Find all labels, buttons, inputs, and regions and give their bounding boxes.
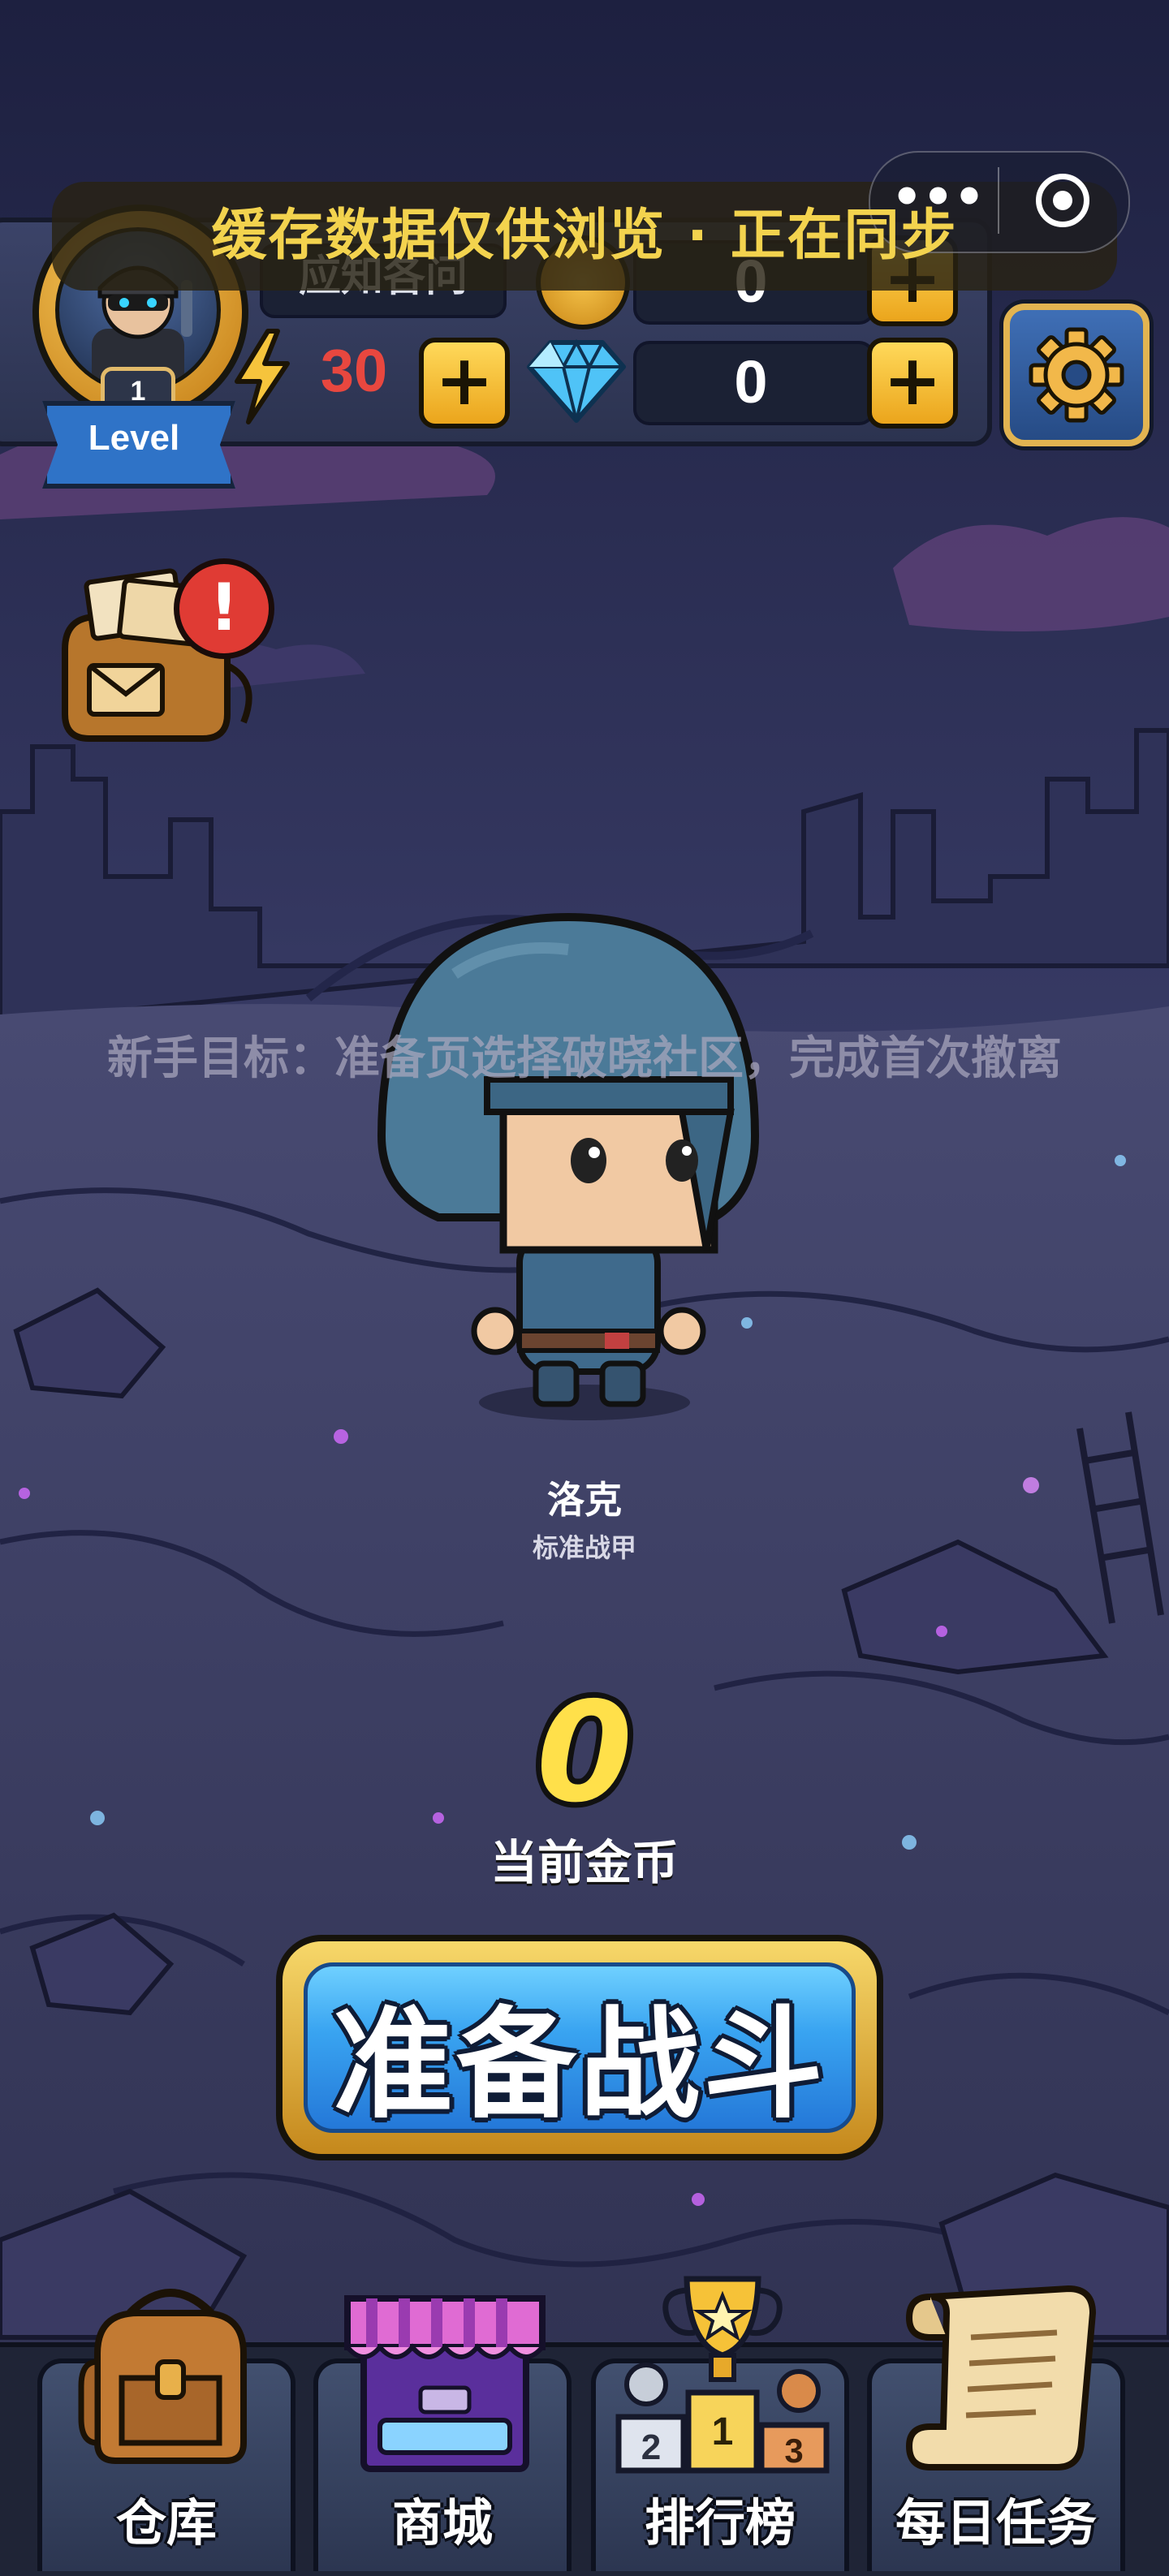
level-label: Level <box>88 418 180 458</box>
add-energy-button[interactable]: + <box>419 338 510 429</box>
settings-button[interactable] <box>1003 304 1150 446</box>
energy-bolt-icon <box>235 329 290 424</box>
current-coins-value: 0 <box>536 1673 633 1833</box>
add-diamonds-button[interactable]: + <box>867 338 958 429</box>
mail-alert-badge: ! <box>174 558 274 659</box>
energy-value: 30 <box>320 337 388 404</box>
prepare-battle-button[interactable]: 准备战斗 <box>276 1935 883 2160</box>
diamond-value: 0 <box>734 348 768 416</box>
backpack-icon <box>78 2289 247 2464</box>
prepare-battle-button-face: 准备战斗 <box>304 1962 856 2134</box>
hero-armor: 标准战甲 <box>532 1532 636 1563</box>
nav-warehouse-label: 仓库 <box>115 2493 217 2552</box>
scroll-icon <box>905 2285 1097 2470</box>
sync-status-text: 缓存数据仅供浏览 · 正在同步 <box>211 204 958 268</box>
hero-name: 洛克 <box>547 1478 622 1522</box>
nav-shop-label: 商城 <box>391 2493 493 2552</box>
nav-daily-tasks-label: 每日任务 <box>895 2493 1097 2552</box>
shop-stall-icon <box>344 2295 546 2472</box>
gear-icon <box>1029 327 1124 423</box>
current-coins-label: 当前金币 <box>490 1835 679 1890</box>
svg-text:2: 2 <box>641 2427 661 2467</box>
diamond-gem-icon <box>527 338 626 423</box>
tutorial-goal-text: 新手目标：准备页选择破晓社区，完成首次撤离 <box>107 1032 1062 1085</box>
prepare-battle-label: 准备战斗 <box>333 1995 826 2134</box>
svg-text:1: 1 <box>712 2410 734 2453</box>
nav-leaderboard-label: 排行榜 <box>644 2493 796 2552</box>
svg-text:3: 3 <box>784 2432 803 2470</box>
trophy-podium-icon: 2 1 3 <box>615 2276 830 2474</box>
